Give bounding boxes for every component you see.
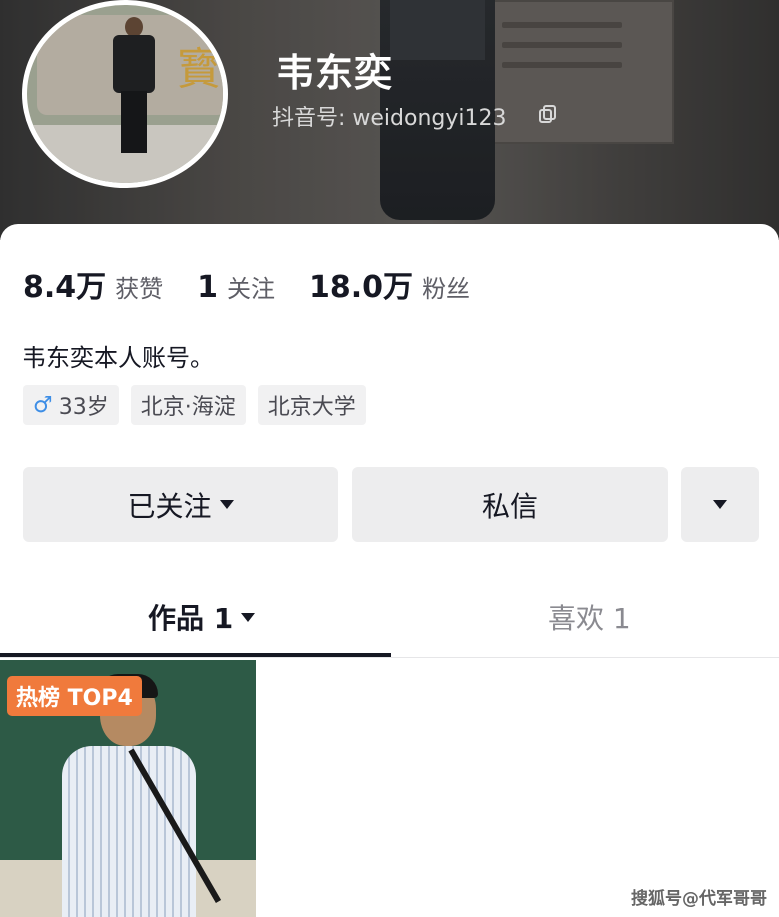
caret-down-icon [713,500,727,509]
tab-divider [0,657,779,658]
avatar[interactable]: 寳 [22,0,228,188]
tag-age: ♂ 33岁 [23,385,119,425]
copy-icon[interactable] [538,104,558,124]
video-thumbnail[interactable]: 热榜 TOP4 [0,660,256,917]
male-icon: ♂ [33,392,53,418]
profile-name: 韦东奕 [276,51,394,95]
douyin-id: 抖音号: weidongyi123 [272,106,507,131]
tab-works-label: 作品 1 [148,602,234,635]
following-label: 关注 [227,275,276,303]
followed-label: 已关注 [127,489,212,523]
following-count[interactable]: 1 [197,270,218,305]
followed-button[interactable]: 已关注 [23,467,338,542]
followers-label: 粉丝 [422,275,471,303]
hot-rank-badge: 热榜 TOP4 [7,676,142,716]
tab-likes-label: 喜欢 1 [548,602,631,635]
profile-tags: ♂ 33岁 北京·海淀 北京大学 [23,385,366,425]
caret-down-icon [241,612,256,622]
message-button[interactable]: 私信 [352,467,668,542]
more-button[interactable] [681,467,759,542]
tag-location[interactable]: 北京·海淀 [130,385,246,425]
tab-works[interactable]: 作品 1 [148,592,256,642]
caret-down-icon [219,500,234,509]
message-label: 私信 [481,489,538,523]
followers-count[interactable]: 18.0万 [309,262,413,306]
watermark: 搜狐号@代军哥哥 [631,889,767,909]
age-label: 33岁 [58,395,109,420]
likes-label: 获赞 [115,275,164,303]
tab-likes[interactable]: 喜欢 1 [548,592,631,642]
bio-text: 韦东奕本人账号。 [22,344,214,372]
tag-school[interactable]: 北京大学 [257,385,366,425]
likes-count[interactable]: 8.4万 [23,262,106,306]
stats-row: 8.4万 获赞 1 关注 18.0万 粉丝 [23,262,471,305]
